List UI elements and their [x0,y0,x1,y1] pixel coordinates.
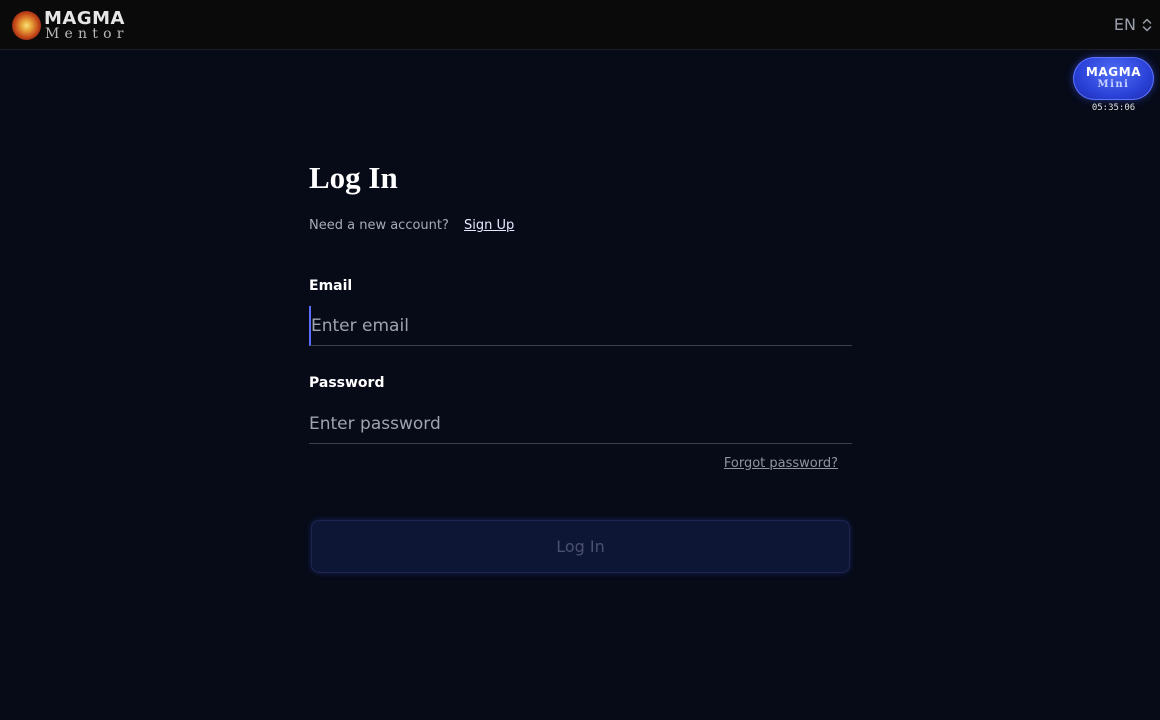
signup-prompt: Need a new account? [309,218,449,233]
language-value: EN [1113,15,1136,34]
login-button[interactable]: Log In [311,520,850,573]
magma-orb-icon [12,11,41,40]
password-field[interactable] [309,404,852,444]
page-title: Log In [309,160,398,195]
password-label: Password [309,375,385,391]
mini-badge-top: MAGMA [1085,65,1142,79]
signup-link[interactable]: Sign Up [464,218,514,233]
magma-mini-button[interactable]: MAGMA Mini [1073,57,1154,100]
session-timer: 05:35:06 [1091,103,1136,113]
top-header: MAGMA Mentor EN [0,0,1160,50]
forgot-password-link[interactable]: Forgot password? [724,456,838,471]
logo-wordmark-bottom: Mentor [45,26,129,42]
signup-row: Need a new account? Sign Up [309,218,514,233]
mini-badge-bottom: Mini [1097,79,1130,90]
email-field[interactable] [309,306,852,346]
chevron-up-down-icon [1142,18,1152,32]
email-label: Email [309,278,353,294]
language-selector[interactable]: EN [1114,15,1152,34]
